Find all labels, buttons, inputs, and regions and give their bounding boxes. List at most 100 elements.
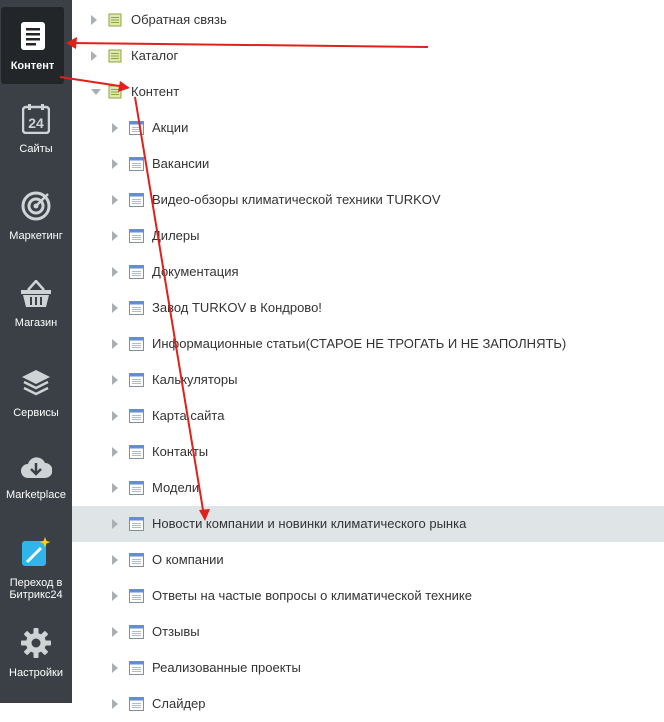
infoblock-icon (129, 193, 144, 212)
admin-sidebar: Контент 24 Сайты Маркетинг Магазин Серви… (0, 0, 72, 703)
sidebar-item-label: Marketplace (6, 489, 66, 501)
sidebar-item-marketing[interactable]: Маркетинг (0, 191, 72, 242)
infoblock-icon (129, 157, 144, 176)
tree-node-label: Слайдер (152, 696, 206, 711)
tree-node-feedback[interactable]: Обратная связь (72, 2, 664, 38)
infoblock-icon (129, 661, 144, 680)
expand-arrow-icon[interactable] (112, 627, 118, 637)
magic-wand-icon (20, 536, 52, 571)
expand-arrow-icon[interactable] (112, 447, 118, 457)
tree-node-iblock[interactable]: Реализованные проекты (72, 650, 664, 686)
tree-node-label: Контакты (152, 444, 209, 459)
expand-arrow-icon[interactable] (112, 231, 118, 241)
calendar-24-icon: 24 (21, 104, 51, 137)
tree-node-label: Карта сайта (152, 408, 225, 423)
tree-node-iblock[interactable]: Модели (72, 470, 664, 506)
infoblock-icon (129, 625, 144, 644)
infoblock-type-icon (108, 85, 122, 104)
sidebar-item-label: Магазин (14, 317, 58, 329)
tree-node-iblock[interactable]: Завод TURKOV в Кондрово! (72, 290, 664, 326)
expand-arrow-icon[interactable] (112, 267, 118, 277)
sidebar-item-bitrix24[interactable]: Переход в Битрикс24 (0, 536, 72, 601)
expand-arrow-icon[interactable] (112, 555, 118, 565)
collapse-arrow-icon[interactable] (91, 89, 101, 95)
tree-node-label: Ответы на частые вопросы о климатической… (152, 588, 472, 603)
tree-node-label: Модели (152, 480, 200, 495)
tree-node-label: Калькуляторы (152, 372, 238, 387)
tree-node-iblock[interactable]: Слайдер (72, 686, 664, 722)
tree-node-iblock[interactable]: Отзывы (72, 614, 664, 650)
cloud-download-icon (20, 454, 53, 483)
tree-node-label: Дилеры (152, 228, 200, 243)
sidebar-item-label: Маркетинг (9, 230, 63, 242)
tree-node-label: Обратная связь (131, 12, 227, 27)
expand-arrow-icon[interactable] (91, 15, 97, 25)
target-icon (21, 191, 51, 224)
expand-arrow-icon[interactable] (112, 339, 118, 349)
tree-node-label: Информационные статьи(СТАРОЕ НЕ ТРОГАТЬ … (152, 336, 567, 351)
sidebar-item-sites[interactable]: 24 Сайты (0, 104, 72, 155)
document-icon (20, 21, 46, 54)
tree-node-label: Завод TURKOV в Кондрово! (152, 300, 322, 315)
expand-arrow-icon[interactable] (112, 663, 118, 673)
layers-icon (20, 368, 52, 401)
expand-arrow-icon[interactable] (91, 51, 97, 61)
sidebar-item-label: Сервисы (13, 407, 59, 419)
expand-arrow-icon[interactable] (112, 375, 118, 385)
content-tree: Обратная связь Каталог Контент АкцииВак (72, 0, 664, 711)
sidebar-item-label: Сайты (19, 143, 53, 155)
tree-node-iblock[interactable]: Ответы на частые вопросы о климатической… (72, 578, 664, 614)
expand-arrow-icon[interactable] (112, 699, 118, 709)
tree-node-iblock[interactable]: Информационные статьи(СТАРОЕ НЕ ТРОГАТЬ … (72, 326, 664, 362)
sidebar-item-settings[interactable]: Настройки (0, 628, 72, 679)
tree-node-label: Контент (131, 84, 180, 99)
expand-arrow-icon[interactable] (112, 159, 118, 169)
expand-arrow-icon[interactable] (112, 483, 118, 493)
gear-icon (21, 628, 51, 661)
tree-node-iblock[interactable]: Вакансии (72, 146, 664, 182)
infoblock-icon (129, 337, 144, 356)
tree-node-iblock[interactable]: Документация (72, 254, 664, 290)
expand-arrow-icon[interactable] (112, 123, 118, 133)
sidebar-item-services[interactable]: Сервисы (0, 368, 72, 419)
tree-node-label: О компании (152, 552, 224, 567)
tree-node-iblock[interactable]: О компании (72, 542, 664, 578)
tree-node-iblock[interactable]: Контакты (72, 434, 664, 470)
tree-node-content[interactable]: Контент (72, 74, 664, 110)
tree-node-label: Реализованные проекты (152, 660, 301, 675)
tree-node-iblock[interactable]: Калькуляторы (72, 362, 664, 398)
tree-node-iblock[interactable]: Дилеры (72, 218, 664, 254)
tree-node-iblock[interactable]: Видео-обзоры климатической техники TURKO… (72, 182, 664, 218)
infoblock-icon (129, 553, 144, 572)
expand-arrow-icon[interactable] (112, 411, 118, 421)
sidebar-item-content[interactable]: Контент (1, 7, 64, 84)
infoblock-icon (129, 121, 144, 140)
infoblock-type-icon (108, 13, 122, 32)
expand-arrow-icon[interactable] (112, 195, 118, 205)
tree-node-label: Документация (152, 264, 239, 279)
sidebar-item-marketplace[interactable]: Marketplace (0, 454, 72, 501)
expand-arrow-icon[interactable] (112, 591, 118, 601)
infoblock-icon (129, 229, 144, 248)
infoblock-icon (129, 481, 144, 500)
sidebar-item-label: Контент (10, 60, 55, 72)
tree-node-label: Отзывы (152, 624, 200, 639)
sidebar-item-label: Настройки (9, 667, 63, 679)
infoblock-icon (129, 373, 144, 392)
tree-node-iblock[interactable]: Новости компании и новинки климатическог… (72, 506, 664, 542)
expand-arrow-icon[interactable] (112, 303, 118, 313)
expand-arrow-icon[interactable] (112, 519, 118, 529)
tree-node-label: Вакансии (152, 156, 210, 171)
tree-node-label: Видео-обзоры климатической техники TURKO… (152, 192, 441, 207)
tree-node-iblock[interactable]: Акции (72, 110, 664, 146)
tree-node-catalog[interactable]: Каталог (72, 38, 664, 74)
infoblock-icon (129, 301, 144, 320)
basket-icon (20, 279, 52, 311)
tree-node-iblock[interactable]: Карта сайта (72, 398, 664, 434)
infoblock-icon (129, 265, 144, 284)
tree-node-label: Акции (152, 120, 189, 135)
tree-node-label: Новости компании и новинки климатическог… (152, 516, 467, 531)
sidebar-item-shop[interactable]: Магазин (0, 279, 72, 329)
sidebar-item-label: Переход в Битрикс24 (9, 577, 63, 601)
infoblock-type-icon (108, 49, 122, 68)
